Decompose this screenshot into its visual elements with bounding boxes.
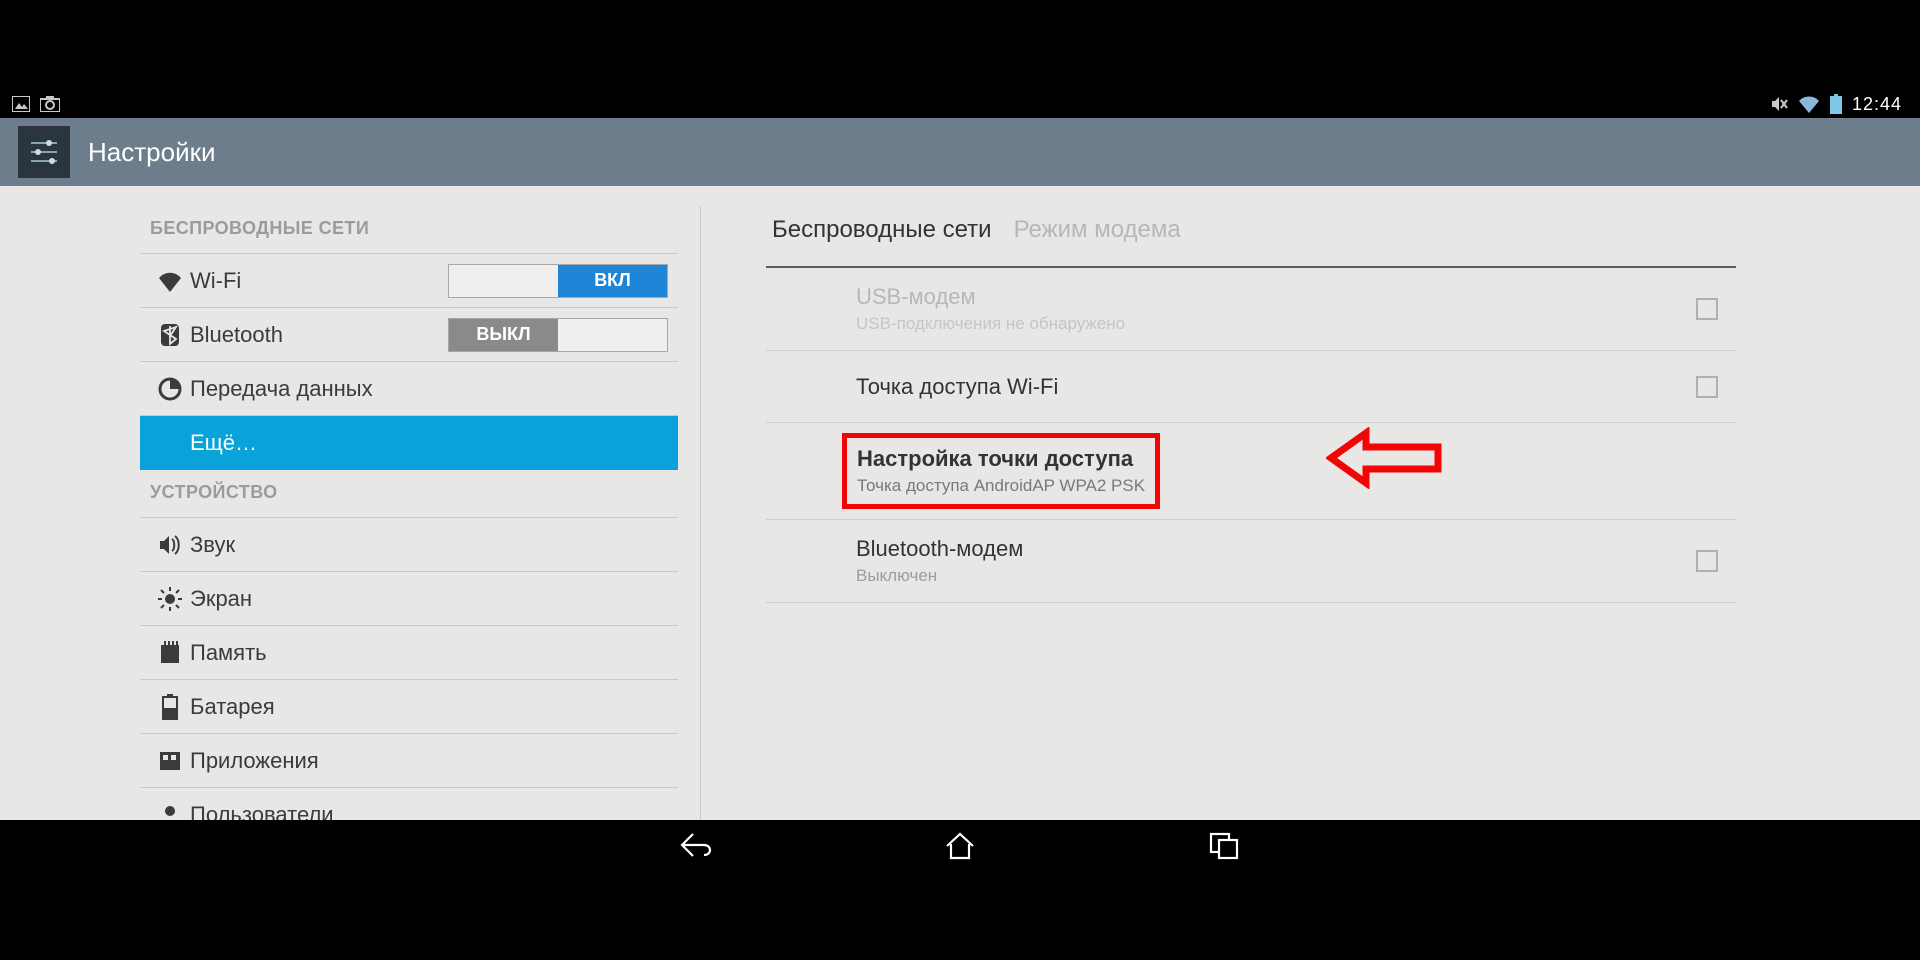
breadcrumb-secondary: Режим модема [1014,216,1181,244]
setting-subtitle: Выключен [856,566,1696,586]
bluetooth-icon [150,323,190,347]
setting-title: USB-модем [856,284,1696,310]
sidebar-item-label: Передача данных [190,376,668,402]
storage-icon [150,641,190,665]
sidebar-item-display[interactable]: Экран [140,572,678,626]
status-clock: 12:44 [1852,94,1902,115]
setting-row-bt-tether[interactable]: Bluetooth-модем Выключен [766,520,1736,603]
sound-icon [150,534,190,556]
setting-row-wifi-ap[interactable]: Точка доступа Wi-Fi [766,351,1736,423]
settings-sidebar: БЕСПРОВОДНЫЕ СЕТИ Wi-Fi ВКЛ Blueto [0,186,700,820]
settings-app-icon [18,126,70,178]
sidebar-item-label: Пользователи [190,802,668,821]
system-navbar [0,820,1920,870]
setting-subtitle: USB-подключения не обнаружено [856,314,1696,334]
detail-panel: Беспроводные сети Режим модема USB-модем… [701,186,1920,820]
status-bar: 12:44 [0,90,1920,118]
annotation-highlight-box: Настройка точки доступа Точка доступа An… [842,433,1160,509]
data-usage-icon [150,377,190,401]
nav-back-button[interactable] [674,823,718,867]
breadcrumb-primary[interactable]: Беспроводные сети [772,216,992,244]
annotation-arrow-icon [1326,427,1446,494]
setting-title: Настройка точки доступа [857,446,1145,472]
sidebar-item-label: Память [190,640,668,666]
appbar-title: Настройки [88,137,216,168]
sidebar-item-label: Ещё… [190,430,668,456]
sidebar-item-label: Экран [190,586,668,612]
checkbox [1696,298,1718,320]
app-bar: Настройки [0,118,1920,186]
sidebar-item-battery[interactable]: Батарея [140,680,678,734]
sidebar-item-label: Приложения [190,748,668,774]
sidebar-item-more[interactable]: Ещё… [140,416,678,470]
users-icon [150,803,190,821]
toggle-off-label: ВЫКЛ [449,319,558,351]
battery-icon [150,694,190,720]
battery-status-icon [1830,94,1842,114]
setting-title: Точка доступа Wi-Fi [856,374,1696,400]
settings-list: USB-модем USB-подключения не обнаружено … [766,268,1736,603]
content-area: БЕСПРОВОДНЫЕ СЕТИ Wi-Fi ВКЛ Blueto [0,186,1920,820]
setting-row-usb-tether: USB-модем USB-подключения не обнаружено [766,268,1736,351]
sidebar-item-label: Bluetooth [190,322,448,348]
setting-row-ap-config[interactable]: Настройка точки доступа Точка доступа An… [766,423,1736,509]
wifi-toggle[interactable]: ВКЛ [448,264,668,298]
sidebar-item-sound[interactable]: Звук [140,518,678,572]
sidebar-item-apps[interactable]: Приложения [140,734,678,788]
section-wireless-header: БЕСПРОВОДНЫЕ СЕТИ [140,206,678,254]
setting-title: Bluetooth-модем [856,536,1696,562]
toggle-on-label: ВКЛ [558,265,667,297]
checkbox[interactable] [1696,550,1718,572]
sidebar-item-label: Батарея [190,694,668,720]
device-frame: 12:44 Настройки БЕСПРОВОДНЫЕ СЕТИ [0,90,1920,870]
wifi-status-icon [1798,95,1820,113]
nav-home-button[interactable] [938,823,982,867]
nav-recents-button[interactable] [1202,823,1246,867]
sidebar-item-storage[interactable]: Память [140,626,678,680]
breadcrumb: Беспроводные сети Режим модема [766,206,1736,268]
checkbox[interactable] [1696,376,1718,398]
sidebar-item-wifi[interactable]: Wi-Fi ВКЛ [140,254,678,308]
mute-icon [1770,95,1788,113]
camera-icon [40,96,60,112]
sidebar-item-label: Wi-Fi [190,268,448,294]
display-icon [150,587,190,611]
picture-icon [12,96,30,112]
wifi-icon [150,270,190,292]
sidebar-item-bluetooth[interactable]: Bluetooth ВЫКЛ [140,308,678,362]
section-device-header: УСТРОЙСТВО [140,470,678,518]
bluetooth-toggle[interactable]: ВЫКЛ [448,318,668,352]
sidebar-item-users[interactable]: Пользователи [140,788,678,820]
sidebar-item-label: Звук [190,532,668,558]
setting-subtitle: Точка доступа AndroidAP WPA2 PSK [857,476,1145,496]
sidebar-item-data[interactable]: Передача данных [140,362,678,416]
apps-icon [150,750,190,772]
